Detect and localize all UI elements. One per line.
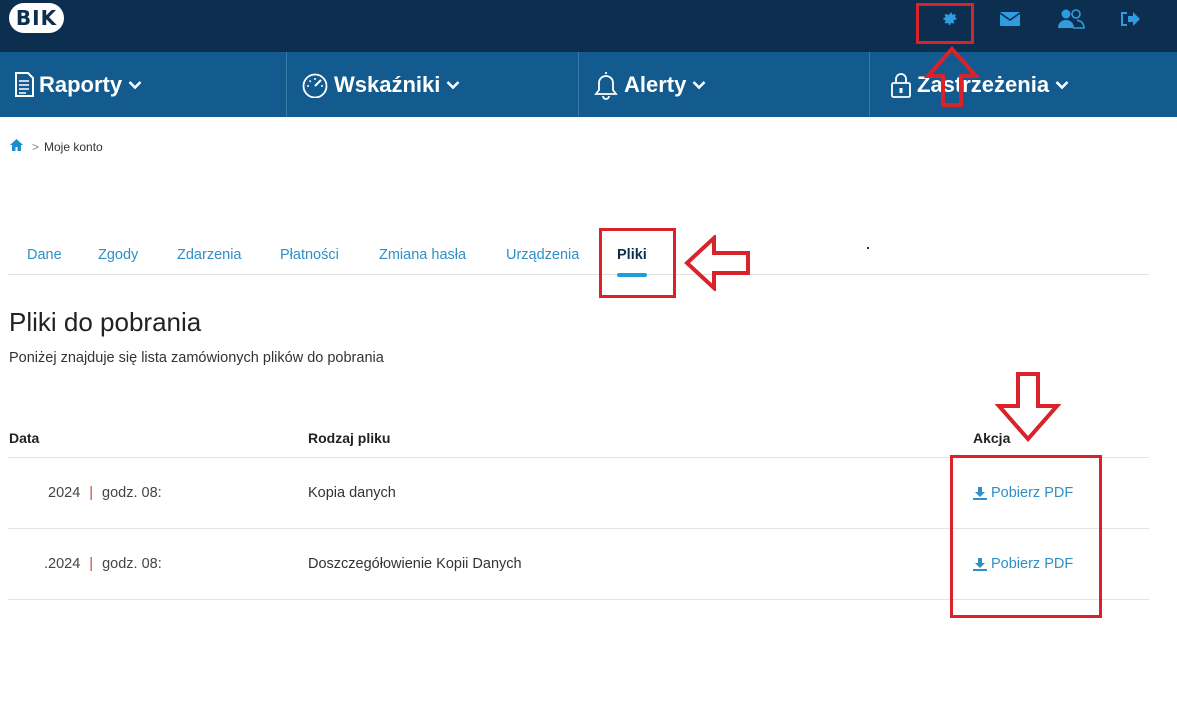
column-header-date: Data xyxy=(9,430,40,446)
tab-urzadzenia[interactable]: Urządzenia xyxy=(506,247,579,263)
bell-icon xyxy=(593,70,619,100)
main-nav: Raporty Wskaźniki Alerty Zastrzeżenia xyxy=(0,52,1177,117)
breadcrumb: > Moje konto xyxy=(9,138,103,155)
tab-zmiana-hasla[interactable]: Zmiana hasła xyxy=(379,247,466,263)
file-type-cell: Doszczegółowienie Kopii Danych xyxy=(308,556,522,572)
breadcrumb-current: Moje konto xyxy=(44,139,103,154)
date-cell: .2024 | godz. 08: xyxy=(44,556,162,572)
chevron-down-icon xyxy=(692,80,706,90)
gauge-icon xyxy=(301,72,329,98)
top-bar: BIK xyxy=(0,0,1177,52)
annotation-box-settings xyxy=(916,3,974,44)
nav-item-raporty[interactable]: Raporty xyxy=(0,52,287,117)
chevron-down-icon xyxy=(446,80,460,90)
column-header-type: Rodzaj pliku xyxy=(308,430,391,446)
tab-zdarzenia[interactable]: Zdarzenia xyxy=(177,247,241,263)
nav-item-wskazniki[interactable]: Wskaźniki xyxy=(287,52,579,117)
tab-zgody[interactable]: Zgody xyxy=(98,247,138,263)
tab-dane[interactable]: Dane xyxy=(27,247,62,263)
date-separator: | xyxy=(89,556,94,572)
nav-label: Alerty xyxy=(624,71,687,97)
date-separator: | xyxy=(89,485,94,501)
divider-dot xyxy=(867,247,869,249)
nav-label: Wskaźniki xyxy=(334,71,441,97)
page-description: Poniżej znajduje się lista zamówionych p… xyxy=(9,350,384,366)
tab-platnosci[interactable]: Płatności xyxy=(280,247,339,263)
lock-icon xyxy=(890,71,912,99)
annotation-box-download xyxy=(950,455,1102,618)
page-title: Pliki do pobrania xyxy=(9,307,202,337)
users-icon[interactable] xyxy=(1057,8,1085,30)
time-value: godz. 08: xyxy=(102,485,162,501)
breadcrumb-separator: > xyxy=(32,139,40,154)
logout-icon[interactable] xyxy=(1118,8,1142,30)
mail-icon[interactable] xyxy=(998,8,1022,30)
file-type-cell: Kopia danych xyxy=(308,485,396,501)
annotation-arrow-down xyxy=(994,372,1062,443)
nav-item-zastrzezenia[interactable]: Zastrzeżenia xyxy=(870,52,1177,117)
annotation-box-pliki-tab xyxy=(599,228,676,298)
annotation-arrow-left xyxy=(684,235,750,291)
chevron-down-icon xyxy=(1055,80,1069,90)
time-value: godz. 08: xyxy=(102,556,162,572)
date-value: .2024 xyxy=(44,556,81,572)
date-cell: 2024 | godz. 08: xyxy=(48,485,162,501)
home-icon[interactable] xyxy=(9,138,24,155)
nav-label: Raporty xyxy=(39,71,123,97)
bik-logo[interactable]: BIK xyxy=(9,3,64,33)
chevron-down-icon xyxy=(128,80,142,90)
nav-item-alerty[interactable]: Alerty xyxy=(579,52,870,117)
date-value: 2024 xyxy=(48,485,81,501)
account-tabs: Dane Zgody Zdarzenia Płatności Zmiana ha… xyxy=(8,236,1149,277)
annotation-arrow-up xyxy=(924,46,980,107)
report-icon xyxy=(14,71,34,98)
